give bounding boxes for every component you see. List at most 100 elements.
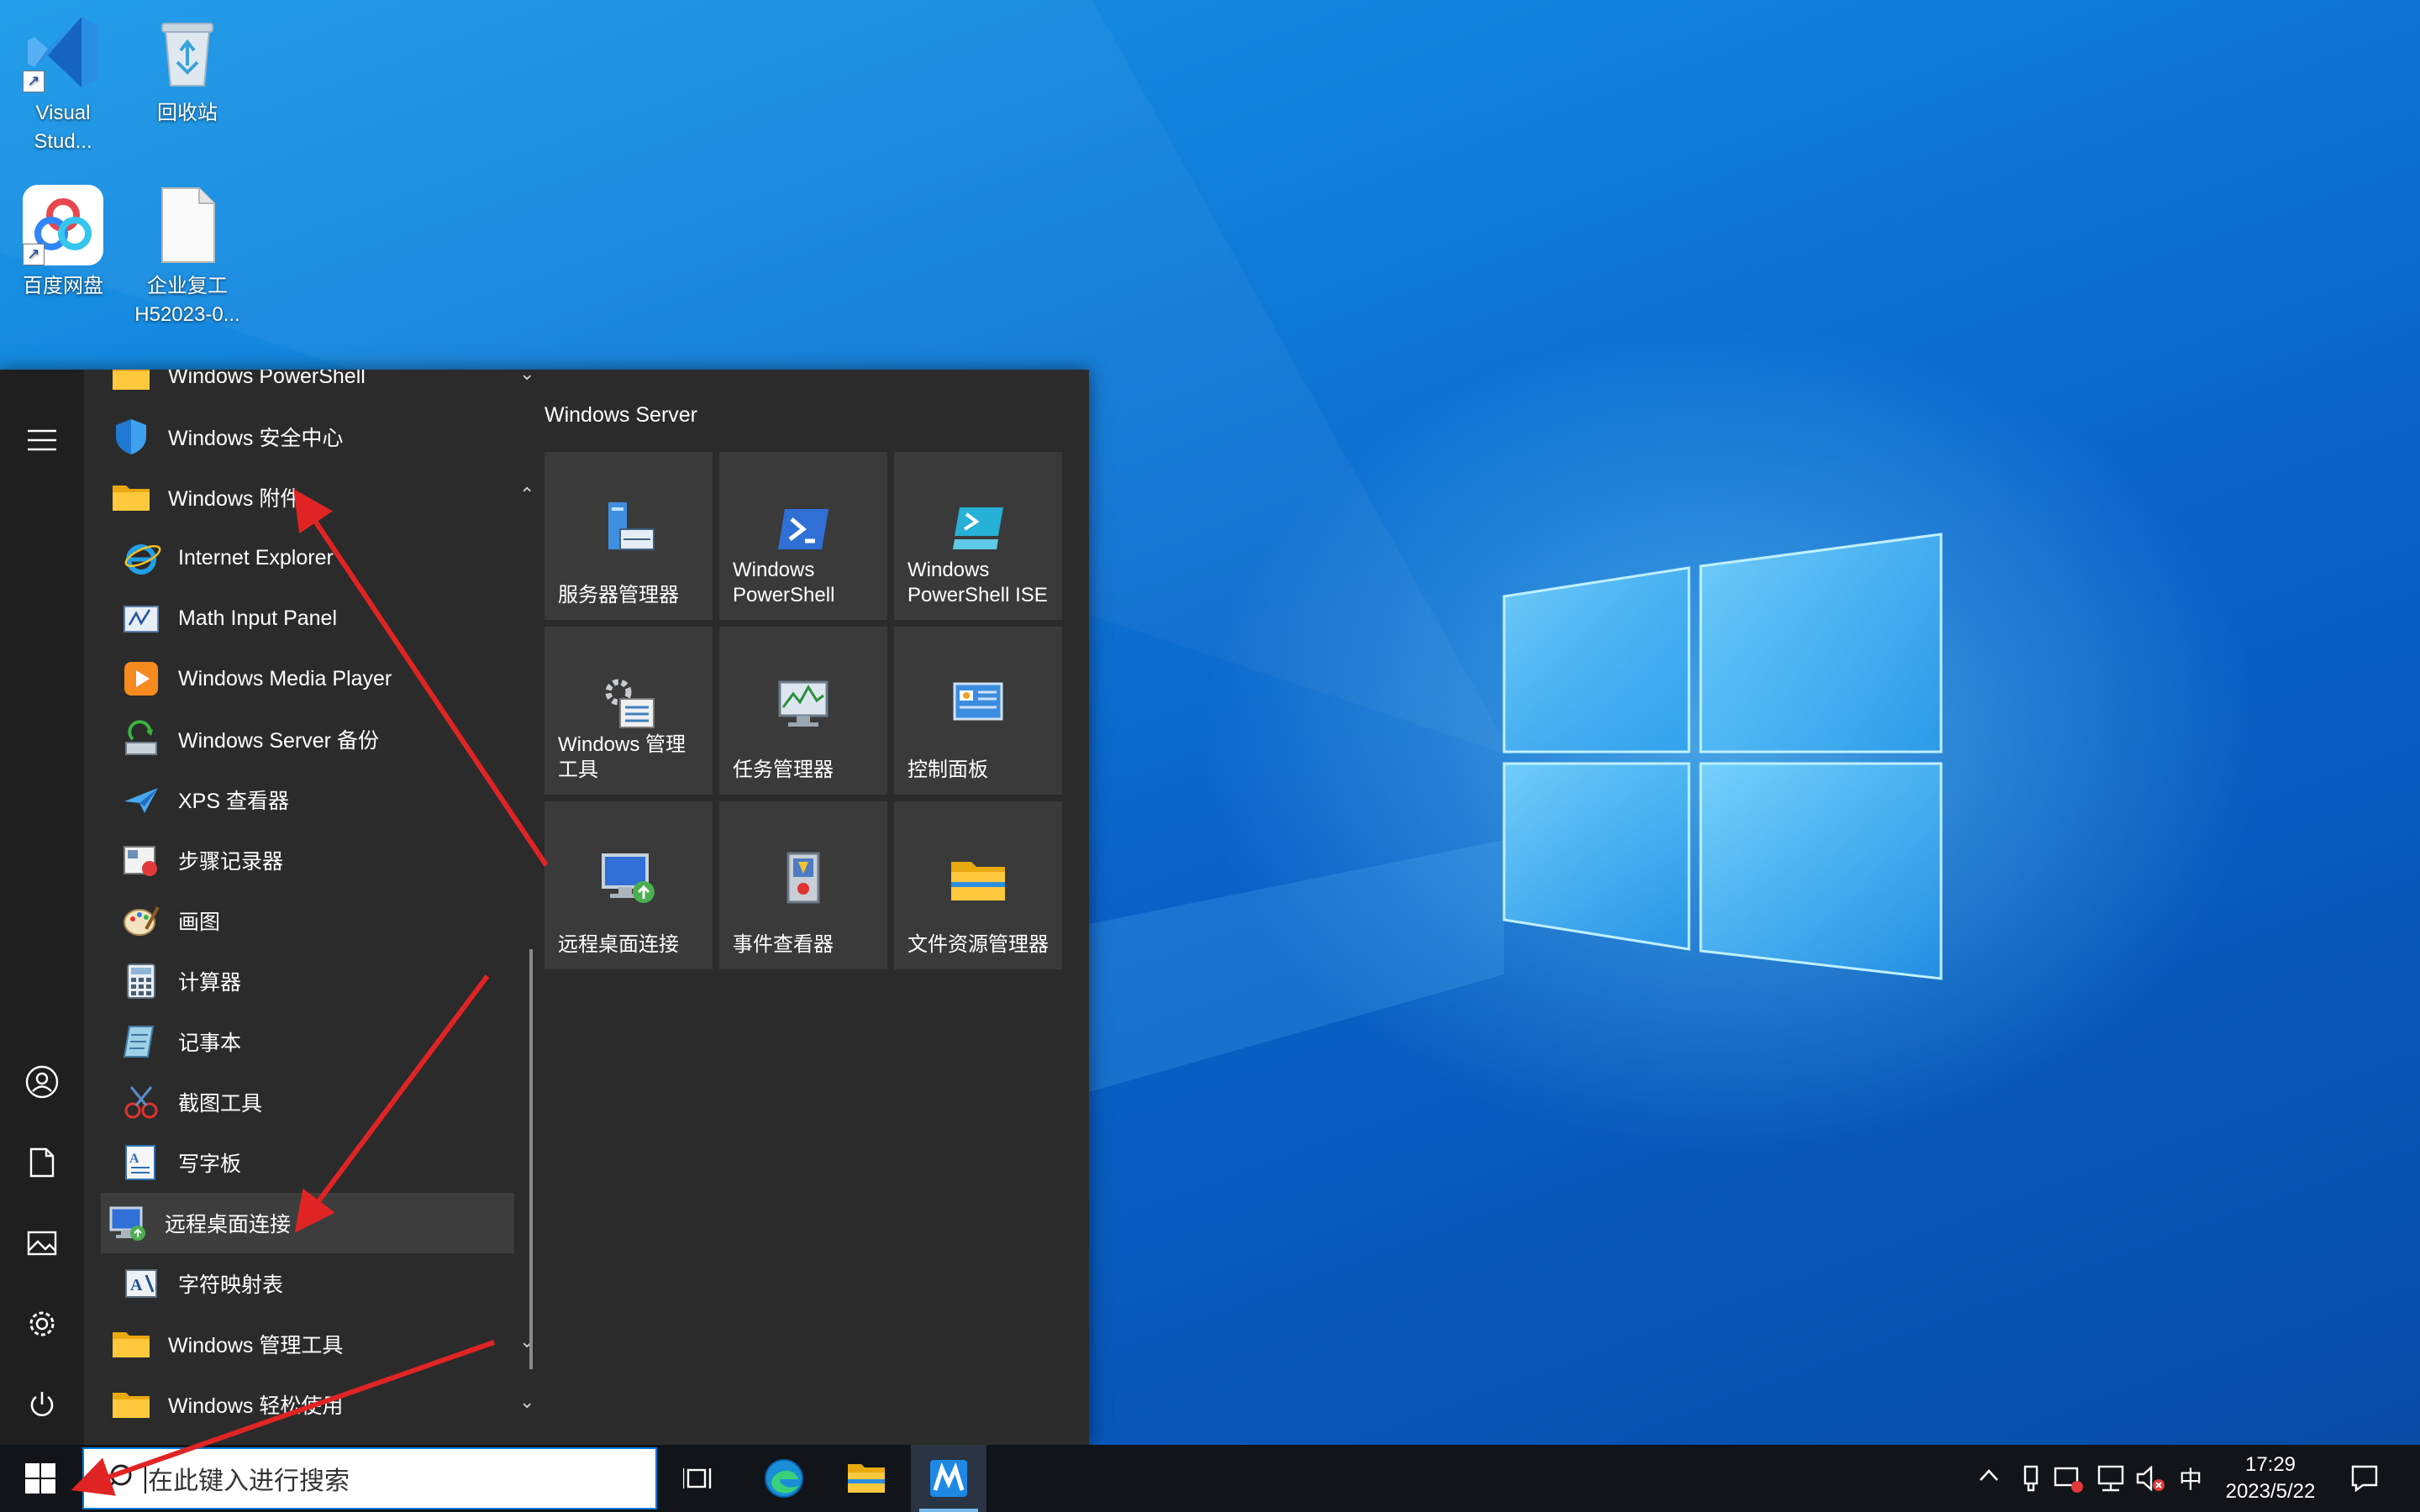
- tile-control-panel[interactable]: 控制面板: [894, 627, 1062, 795]
- tile-label: 远程桌面连接: [558, 933, 679, 956]
- app-label: 计算器: [178, 971, 242, 995]
- app-list-scrollbar[interactable]: [529, 949, 533, 1369]
- snipping-tool-icon: [124, 1086, 158, 1119]
- desktop-icon-label: 企业复工: [147, 275, 228, 297]
- tile-file-explorer[interactable]: 文件资源管理器: [894, 801, 1062, 969]
- search-placeholder: 在此键入进行搜索: [148, 1467, 350, 1495]
- app-m-icon: [930, 1460, 967, 1497]
- tile-remote-desktop[interactable]: 远程桌面连接: [544, 801, 713, 969]
- app-label: XPS 查看器: [178, 790, 289, 813]
- app-folder-powershell[interactable]: Windows PowerShell ⌄: [101, 370, 538, 407]
- folder-icon: [113, 486, 150, 511]
- app-character-map[interactable]: A 字符映射表: [114, 1253, 538, 1314]
- app-media-player[interactable]: Windows Media Player: [114, 648, 538, 709]
- tile-task-manager[interactable]: 任务管理器: [719, 627, 887, 795]
- event-viewer-icon: [786, 852, 820, 904]
- app-label: Windows 附件: [168, 487, 302, 511]
- svg-text:A: A: [129, 1152, 139, 1166]
- app-folder-accessories[interactable]: Windows 附件 ⌃: [101, 467, 538, 528]
- search-icon: [104, 1464, 132, 1492]
- tile-label: 事件查看器: [733, 933, 834, 956]
- xps-viewer-icon: [124, 788, 158, 813]
- app-label: 远程桌面连接: [165, 1213, 292, 1236]
- tile-powershell[interactable]: Windows PowerShell: [719, 452, 887, 620]
- tile-powershell-ise[interactable]: Windows PowerShell ISE: [894, 452, 1062, 620]
- app-xps-viewer[interactable]: XPS 查看器: [114, 769, 538, 830]
- app-label: 步骤记录器: [178, 850, 284, 874]
- app-calculator[interactable]: 计算器: [114, 951, 538, 1011]
- app-notepad[interactable]: 记事本: [114, 1011, 538, 1072]
- desktop-icon-recycle-bin[interactable]: 回收站: [124, 12, 250, 128]
- clock-time: 17:29: [2244, 1453, 2296, 1476]
- app-label: Internet Explorer: [178, 545, 334, 570]
- show-hidden-icons-button[interactable]: [1975, 1463, 2003, 1494]
- tile-server-manager[interactable]: 服务器管理器: [544, 452, 713, 620]
- app-label: Windows 管理工具: [168, 1334, 344, 1357]
- app-label: 写字板: [178, 1152, 242, 1176]
- folder-icon: [113, 370, 150, 390]
- chevron-down-icon: ⌄: [519, 1331, 535, 1352]
- app-label: 记事本: [178, 1032, 242, 1055]
- ethernet-icon: [2097, 1465, 2124, 1492]
- desktop-icon-baidu-netdisk[interactable]: ↗ 百度网盘: [0, 185, 126, 301]
- app-label: 画图: [178, 911, 221, 934]
- taskbar-active-app-button[interactable]: [911, 1445, 986, 1512]
- app-label: Windows PowerShell: [168, 370, 366, 388]
- taskbar-edge-button[interactable]: [746, 1445, 822, 1512]
- powershell-icon: [778, 509, 829, 549]
- desktop-icon-label: 百度网盘: [23, 275, 103, 297]
- input-method-button[interactable]: 中: [2176, 1462, 2205, 1493]
- app-internet-explorer[interactable]: Internet Explorer: [114, 528, 538, 588]
- documents-button[interactable]: [17, 1137, 67, 1188]
- remote-desktop-icon: [109, 1206, 145, 1241]
- usb-device-tray-button[interactable]: [2017, 1463, 2045, 1494]
- taskbar-search-box[interactable]: 在此键入进行搜索: [82, 1447, 657, 1509]
- network-status-tray-button[interactable]: [2054, 1463, 2083, 1494]
- app-server-backup[interactable]: Windows Server 备份: [114, 709, 538, 769]
- recycle-bin-icon: [147, 12, 228, 92]
- app-security-center[interactable]: Windows 安全中心: [101, 407, 538, 467]
- calculator-icon: [127, 963, 155, 999]
- taskbar-file-explorer-button[interactable]: [829, 1445, 904, 1512]
- tile-admin-tools[interactable]: Windows 管理 工具: [544, 627, 713, 795]
- app-steps-recorder[interactable]: 步骤记录器: [114, 830, 538, 890]
- start-button[interactable]: [0, 1445, 81, 1512]
- settings-button[interactable]: [17, 1299, 67, 1349]
- power-button[interactable]: [17, 1379, 67, 1430]
- server-manager-icon: [608, 502, 655, 550]
- app-remote-desktop[interactable]: 远程桌面连接: [101, 1193, 514, 1253]
- tile-label: 服务器管理器: [558, 584, 679, 606]
- tile-label: 任务管理器: [733, 759, 834, 781]
- app-folder-admin-tools[interactable]: Windows 管理工具 ⌄: [101, 1314, 538, 1374]
- task-view-button[interactable]: [660, 1445, 736, 1512]
- shield-icon: [116, 419, 146, 454]
- picture-icon: [27, 1231, 57, 1256]
- text-caret: [145, 1463, 146, 1494]
- hamburger-menu-button[interactable]: [17, 415, 67, 465]
- start-menu: Windows PowerShell ⌄ Windows 安全中心 Window…: [0, 370, 1089, 1445]
- app-label: 字符映射表: [178, 1273, 284, 1297]
- taskbar-clock[interactable]: 17:29 2023/5/22: [2212, 1452, 2329, 1505]
- desktop-icon-vscode[interactable]: ↗ Visual Stud...: [0, 12, 126, 156]
- pictures-button[interactable]: [17, 1218, 67, 1268]
- document-icon: [29, 1147, 55, 1178]
- clock-date: 2023/5/22: [2225, 1480, 2316, 1503]
- network-tray-button[interactable]: [2096, 1463, 2124, 1494]
- app-wordpad[interactable]: A 写字板: [114, 1132, 538, 1193]
- tile-label: 文件资源管理器: [908, 933, 1049, 956]
- notepad-icon: [123, 1026, 155, 1058]
- file-explorer-icon: [848, 1464, 885, 1493]
- app-folder-ease-of-access[interactable]: Windows 轻松使用 ⌄: [101, 1374, 538, 1435]
- desktop-icon-label: 回收站: [157, 102, 218, 124]
- app-math-input-panel[interactable]: Math Input Panel: [114, 588, 538, 648]
- control-panel-icon: [953, 682, 1003, 721]
- tile-event-viewer[interactable]: 事件查看器: [719, 801, 887, 969]
- volume-tray-button[interactable]: [2136, 1463, 2165, 1494]
- user-account-button[interactable]: [17, 1057, 67, 1107]
- app-snipping-tool[interactable]: 截图工具: [114, 1072, 538, 1132]
- app-paint[interactable]: 画图: [114, 890, 538, 951]
- desktop-icon-document[interactable]: 企业复工 H52023-0...: [124, 185, 250, 329]
- svg-text:A: A: [130, 1276, 143, 1294]
- action-center-button[interactable]: [2349, 1463, 2378, 1494]
- taskbar: 在此键入进行搜索 中 17:29 2023/5/22: [0, 1445, 2420, 1512]
